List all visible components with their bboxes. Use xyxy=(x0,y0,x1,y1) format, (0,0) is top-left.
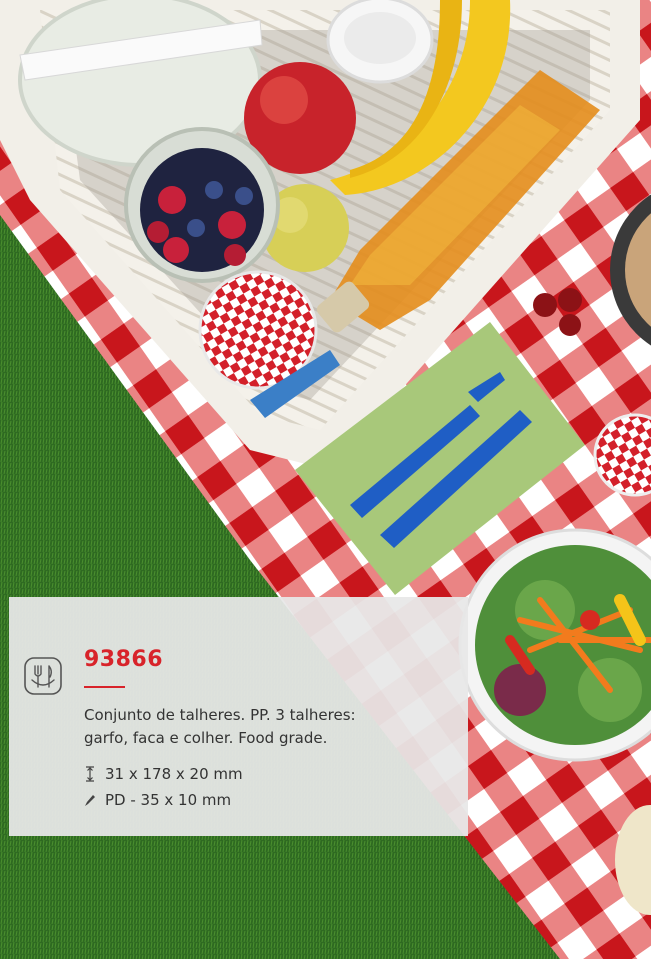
product-description: Conjunto de talheres. PP. 3 talheres: ga… xyxy=(84,706,356,747)
print-area-text: PD - 35 x 10 mm xyxy=(105,791,232,809)
code-underline xyxy=(84,686,125,688)
print-icon xyxy=(85,795,95,806)
dimensions-text: 31 x 178 x 20 mm xyxy=(105,765,243,783)
cutlery-icon xyxy=(24,657,62,695)
dimensions-row: 31 x 178 x 20 mm xyxy=(84,765,243,783)
product-code: 93866 xyxy=(84,647,164,672)
print-area-row: PD - 35 x 10 mm xyxy=(84,791,231,809)
product-info-panel: 93866 Conjunto de talheres. PP. 3 talher… xyxy=(9,597,468,836)
dimensions-icon xyxy=(86,766,94,782)
